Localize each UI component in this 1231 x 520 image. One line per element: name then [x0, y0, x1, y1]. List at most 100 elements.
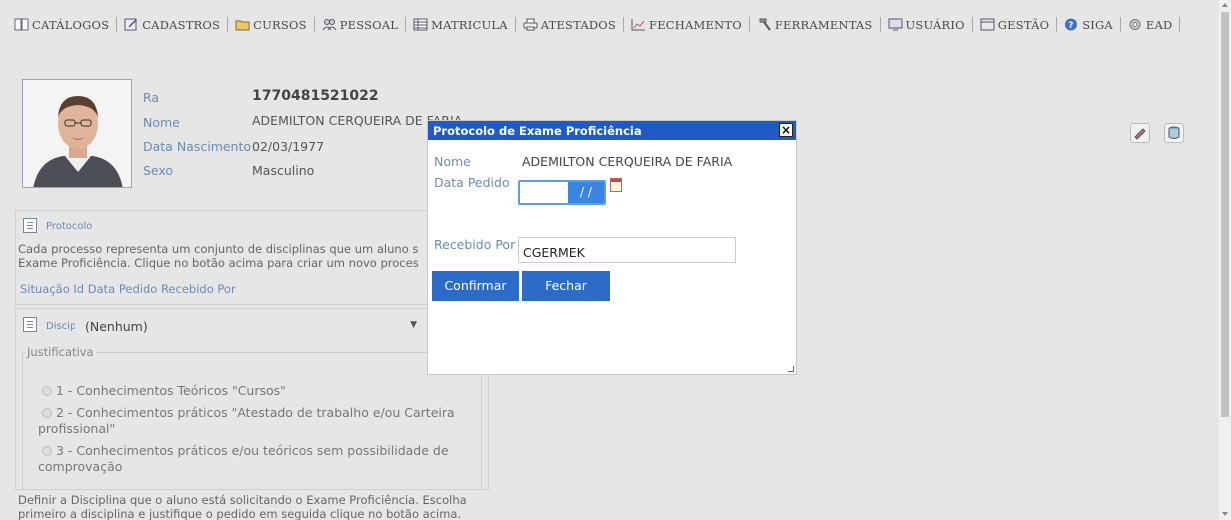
menu-label: CATÁLOGOS	[32, 17, 110, 32]
menu-label: FECHAMENTO	[649, 17, 742, 32]
menu-divider	[623, 17, 625, 32]
database-icon	[1168, 126, 1180, 139]
menu-usuario[interactable]: USUÁRIO	[882, 18, 971, 32]
menu-divider	[1179, 17, 1181, 32]
menu-divider	[514, 17, 516, 32]
confirmar-button[interactable]: Confirmar	[432, 271, 519, 301]
menu-pessoal[interactable]: PESSOAL	[316, 18, 404, 32]
table-icon	[413, 18, 428, 31]
protocolo-description-line1: Cada processo representa um conjunto de …	[18, 242, 419, 256]
page-scrollbar[interactable]	[1219, 0, 1231, 520]
sexo-label: Sexo	[143, 163, 174, 178]
menu-label: EAD	[1145, 17, 1173, 32]
scroll-up-arrow[interactable]	[1222, 3, 1228, 7]
menu-cursos[interactable]: CURSOS	[229, 18, 313, 32]
dialog-title-bar: Protocolo de Exame Proficiência ×	[428, 121, 796, 140]
main-menu: CATÁLOGOS CADASTROS CURSOS PESSOAL MATRI…	[8, 17, 1181, 32]
pencil-icon	[1134, 128, 1146, 140]
protocolo-table-headers[interactable]: Situação Id Data Pedido Recebido Por	[20, 282, 236, 296]
option-3-label: 3 - Conhecimentos práticos e/ou teóricos…	[56, 443, 449, 458]
student-portrait	[23, 80, 131, 187]
scroll-down-arrow[interactable]	[1222, 512, 1228, 516]
database-button[interactable]	[1164, 123, 1184, 143]
top-menu-bar: CATÁLOGOS CADASTROS CURSOS PESSOAL MATRI…	[0, 0, 1219, 52]
resize-handle[interactable]	[788, 366, 794, 372]
protocolo-description-line2: Exame Proficiência. Clique no botão acim…	[18, 256, 419, 270]
justificativa-option-1[interactable]: 1 - Conhecimentos Teóricos "Cursos"	[42, 384, 286, 398]
data-nascimento-value: 02/03/1977	[252, 139, 325, 154]
menu-siga[interactable]: ? SIGA	[1058, 18, 1119, 32]
menu-divider	[1056, 17, 1058, 32]
justificativa-option-2[interactable]: 2 - Conhecimentos práticos "Atestado de …	[42, 406, 455, 420]
option-2-label: 2 - Conhecimentos práticos "Atestado de …	[56, 405, 455, 420]
menu-ferramentas[interactable]: FERRAMENTAS	[751, 18, 879, 32]
menu-label: FERRAMENTAS	[774, 17, 873, 32]
monitor-icon	[888, 18, 903, 31]
calendar-icon[interactable]	[610, 178, 622, 192]
disciplina-selected-value: (Nenhum)	[85, 319, 148, 334]
menu-fechamento[interactable]: FECHAMENTO	[625, 18, 748, 32]
screen-icon	[980, 18, 995, 31]
fechar-button[interactable]: Fechar	[522, 271, 610, 301]
radio-option-2[interactable]	[42, 408, 52, 418]
gear-icon	[1129, 19, 1141, 30]
menu-label: ATESTADOS	[540, 17, 617, 32]
radio-option-3[interactable]	[42, 446, 52, 456]
justificativa-legend: Justificativa	[27, 345, 94, 359]
menu-label: SIGA	[1082, 17, 1113, 32]
recebido-por-label: Recebido Por	[434, 237, 516, 252]
edit-icon	[124, 18, 137, 31]
scroll-thumb[interactable]	[1221, 12, 1229, 417]
protocolo-title: Protocolo	[46, 221, 93, 232]
dialog-title: Protocolo de Exame Proficiência	[433, 124, 642, 138]
menu-label: MATRICULA	[431, 17, 508, 32]
menu-divider	[116, 17, 118, 32]
menu-atestados[interactable]: ATESTADOS	[517, 18, 622, 32]
help-icon: ?	[1065, 18, 1078, 31]
menu-divider	[971, 17, 973, 32]
disciplina-doc-icon[interactable]	[23, 317, 37, 332]
protocolo-doc-icon[interactable]	[23, 218, 37, 233]
menu-gestao[interactable]: GESTÃO	[974, 18, 1055, 32]
recebido-por-input[interactable]: CGERMEK	[518, 237, 736, 263]
menu-ead[interactable]: EAD	[1122, 18, 1179, 32]
option-1-label: 1 - Conhecimentos Teóricos "Cursos"	[56, 383, 286, 398]
ra-value: 1770481521022	[252, 88, 379, 104]
exame-proficiencia-dialog: Protocolo de Exame Proficiência × Nome A…	[427, 120, 797, 375]
menu-cadastros[interactable]: CADASTROS	[118, 18, 226, 32]
chevron-down-icon: ▼	[410, 320, 417, 330]
student-photo	[22, 79, 132, 188]
chart-icon	[631, 19, 646, 31]
menu-label: CADASTROS	[142, 17, 221, 32]
menu-divider	[879, 17, 881, 32]
menu-label: PESSOAL	[339, 17, 399, 32]
menu-matricula[interactable]: MATRICULA	[407, 18, 514, 32]
menu-divider	[227, 17, 229, 32]
radio-option-1[interactable]	[42, 386, 52, 396]
close-icon[interactable]: ×	[779, 123, 793, 137]
data-pedido-input[interactable]: / /	[518, 180, 606, 205]
users-icon	[322, 19, 337, 31]
disciplina-help-line1: Definir a Disciplina que o aluno está so…	[18, 493, 467, 507]
menu-divider	[748, 17, 750, 32]
dialog-nome-value: ADEMILTON CERQUEIRA DE FARIA	[522, 154, 733, 169]
justificativa-option-3[interactable]: 3 - Conhecimentos práticos e/ou teóricos…	[42, 444, 449, 458]
print-icon	[523, 18, 538, 31]
data-nascimento-label: Data Nascimento	[143, 139, 252, 154]
menu-label: GESTÃO	[997, 17, 1050, 32]
option-2-label-cont: profissional"	[38, 421, 116, 436]
menu-catalogos[interactable]: CATÁLOGOS	[8, 18, 115, 32]
svg-text:?: ?	[1068, 21, 1073, 31]
menu-label: CURSOS	[253, 17, 307, 32]
disciplina-select[interactable]: (Nenhum) ▼	[75, 314, 425, 338]
menu-divider	[1119, 17, 1121, 32]
dialog-nome-label: Nome	[434, 154, 471, 169]
edit-record-button[interactable]	[1130, 123, 1150, 143]
hammer-icon	[759, 18, 771, 31]
disciplina-help-line2: primeiro a disciplina e justifique o ped…	[18, 507, 462, 520]
ra-label: Ra	[143, 90, 160, 105]
option-3-label-cont: comprovação	[38, 459, 123, 474]
sexo-value: Masculino	[252, 163, 315, 178]
data-pedido-label: Data Pedido	[434, 175, 510, 190]
book-icon	[14, 18, 29, 31]
